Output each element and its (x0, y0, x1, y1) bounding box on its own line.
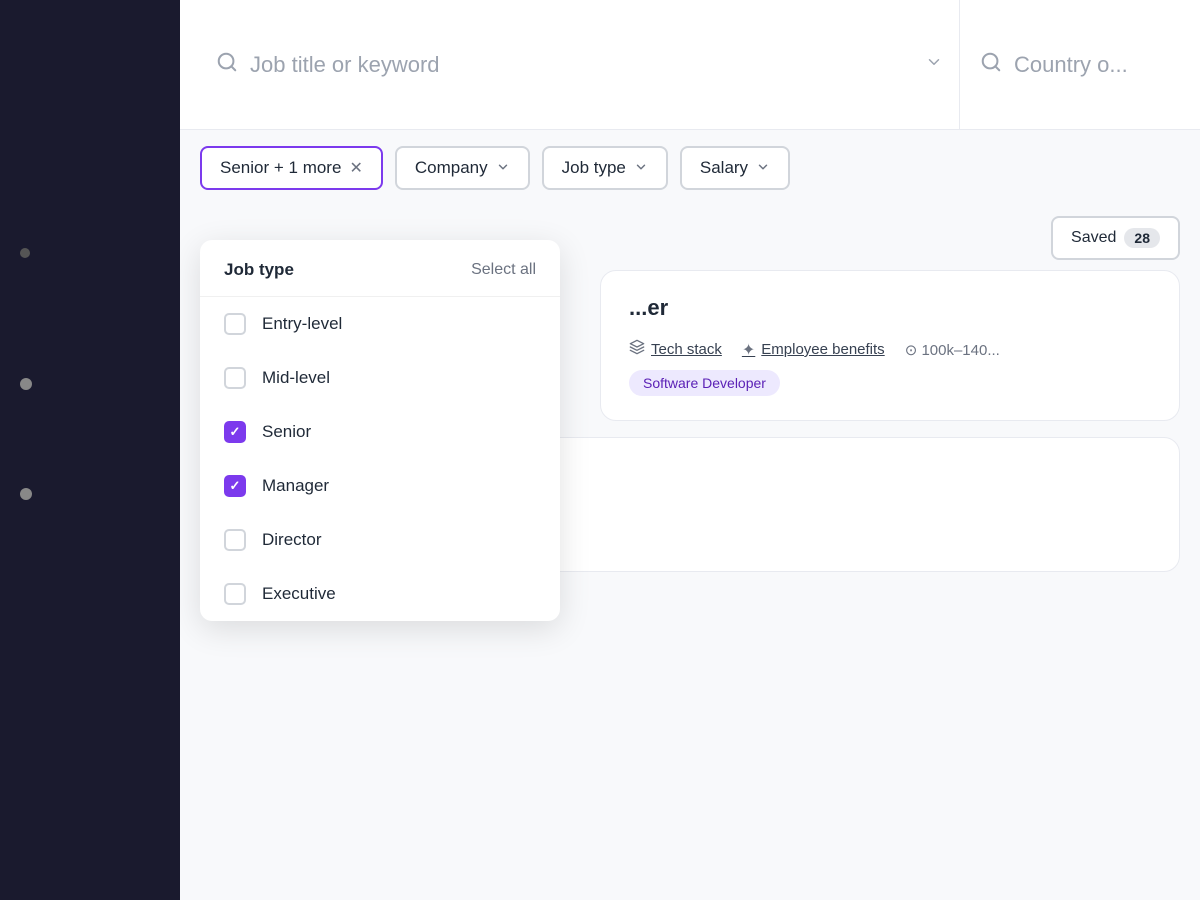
sidebar-dot-2 (20, 378, 32, 390)
chip-job-type-chevron-icon (634, 160, 648, 177)
country-placeholder: Country o... (1014, 52, 1128, 78)
option-entry-level-label: Entry-level (262, 314, 342, 334)
option-mid-level[interactable]: Mid-level (200, 351, 560, 405)
chip-salary-label: Salary (700, 158, 748, 178)
option-entry-level[interactable]: Entry-level (200, 297, 560, 351)
checkbox-director[interactable] (224, 529, 246, 551)
option-director[interactable]: Director (200, 513, 560, 567)
sidebar-dot-1 (20, 248, 30, 258)
chip-company-chevron-icon (496, 160, 510, 177)
job-1-benefits[interactable]: ✦ Employee benefits (742, 340, 885, 360)
checkbox-entry-level[interactable] (224, 313, 246, 335)
chip-experience-close-icon[interactable]: ✕ (349, 158, 362, 178)
job-1-title: ...er (629, 295, 1151, 321)
job-1-tech-stack[interactable]: Tech stack (629, 339, 722, 360)
country-search-field[interactable]: Country o... (960, 0, 1180, 129)
job-1-tag: Software Developer (629, 370, 780, 396)
saved-count: 28 (1124, 228, 1160, 248)
checkbox-senior[interactable] (224, 421, 246, 443)
option-executive-label: Executive (262, 584, 336, 604)
job-search-field[interactable]: Job title or keyword (200, 0, 960, 129)
chip-job-type[interactable]: Job type (542, 146, 668, 190)
main-content: Job title or keyword Country o... Senior… (180, 0, 1200, 900)
benefits-icon-1: ✦ (742, 340, 755, 360)
checkbox-manager[interactable] (224, 475, 246, 497)
option-manager[interactable]: Manager (200, 459, 560, 513)
job-1-info: ...er (629, 295, 1151, 327)
job-type-dropdown: Job type Select all Entry-level Mid-leve… (200, 240, 560, 621)
country-search-icon (980, 51, 1002, 78)
option-senior[interactable]: Senior (200, 405, 560, 459)
chip-company[interactable]: Company (395, 146, 530, 190)
dropdown-title: Job type (224, 260, 294, 280)
job-card-1: ...er Tech stack ✦ Employee benefits ⊙ 1… (600, 270, 1180, 421)
sidebar-dot-3 (20, 488, 32, 500)
chip-company-label: Company (415, 158, 488, 178)
select-all-button[interactable]: Select all (471, 261, 536, 279)
salary-icon-1: ⊙ (905, 342, 918, 359)
search-icon (216, 51, 238, 79)
search-bar: Job title or keyword Country o... (180, 0, 1200, 130)
job-1-meta: Tech stack ✦ Employee benefits ⊙ 100k–14… (629, 339, 1151, 360)
option-manager-label: Manager (262, 476, 329, 496)
saved-button[interactable]: Saved 28 (1051, 216, 1180, 260)
tech-stack-icon-1 (629, 339, 645, 360)
job-1-benefits-label: Employee benefits (761, 341, 884, 358)
option-mid-level-label: Mid-level (262, 368, 330, 388)
search-chevron-icon (925, 53, 943, 76)
option-director-label: Director (262, 530, 322, 550)
filter-row: Senior + 1 more ✕ Company Job type Salar… (180, 130, 1200, 206)
chip-salary-chevron-icon (756, 160, 770, 177)
job-1-salary: ⊙ 100k–140... (905, 341, 1000, 359)
chip-salary[interactable]: Salary (680, 146, 790, 190)
chip-experience[interactable]: Senior + 1 more ✕ (200, 146, 383, 190)
option-senior-label: Senior (262, 422, 311, 442)
search-placeholder: Job title or keyword (250, 52, 913, 78)
checkbox-mid-level[interactable] (224, 367, 246, 389)
chip-experience-label: Senior + 1 more (220, 158, 341, 178)
chip-job-type-label: Job type (562, 158, 626, 178)
saved-label: Saved (1071, 229, 1116, 247)
job-1-tech-stack-label: Tech stack (651, 341, 722, 358)
checkbox-executive[interactable] (224, 583, 246, 605)
option-executive[interactable]: Executive (200, 567, 560, 621)
job-card-1-header: ...er (629, 295, 1151, 327)
dropdown-header: Job type Select all (200, 240, 560, 297)
sidebar (0, 0, 180, 900)
